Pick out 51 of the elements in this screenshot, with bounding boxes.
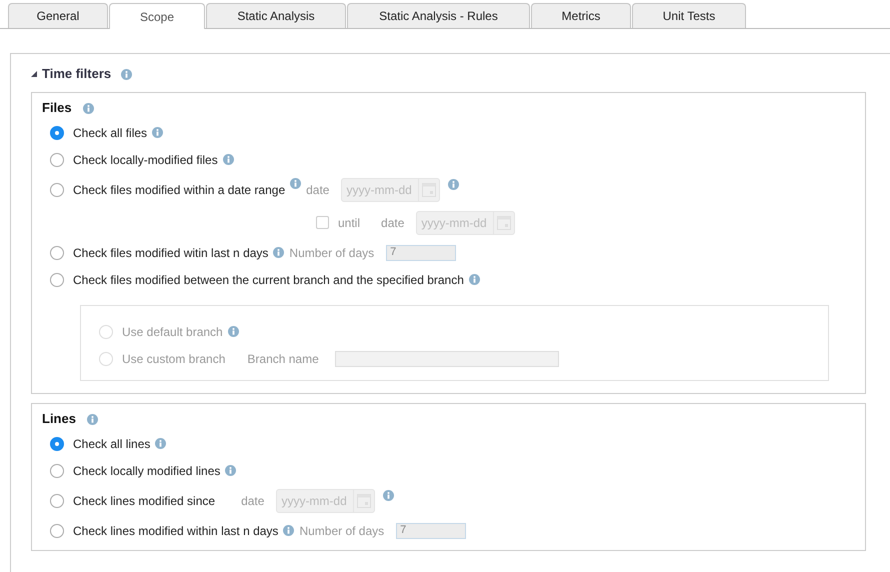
field-label: Number of days <box>289 244 374 262</box>
info-icon[interactable] <box>152 127 164 138</box>
info-icon[interactable] <box>121 68 132 80</box>
option-label: Check files modified within a date range <box>73 182 286 198</box>
tab[interactable]: Static Analysis <box>206 3 346 28</box>
radio-button[interactable] <box>50 436 64 450</box>
radio-button[interactable] <box>50 494 64 508</box>
radio-button[interactable] <box>50 152 64 166</box>
field-label: Number of days <box>299 522 384 540</box>
info-icon[interactable] <box>86 414 98 424</box>
option-label: Check locally-modified files <box>73 152 218 168</box>
option-label: Check files modified witin last n days <box>73 244 268 262</box>
date-label: date <box>381 214 404 232</box>
radio-button[interactable] <box>50 524 64 538</box>
info-icon[interactable] <box>222 154 234 165</box>
info-icon[interactable] <box>290 178 302 189</box>
group-title: Files <box>42 99 72 118</box>
field-label: Branch name <box>247 350 319 368</box>
tab[interactable]: Scope <box>109 3 205 29</box>
radio-button[interactable] <box>50 246 64 260</box>
radio-button[interactable] <box>50 272 64 286</box>
option-label: Use custom branch <box>122 350 226 368</box>
option-label: Check lines modified since <box>73 492 216 510</box>
date-label: date <box>306 182 330 198</box>
info-icon[interactable] <box>468 274 480 285</box>
info-icon[interactable] <box>273 247 284 258</box>
info-icon[interactable] <box>383 490 394 501</box>
info-icon[interactable] <box>82 102 94 114</box>
option-label: Check lines modified within last n days <box>73 522 278 540</box>
option-label: Check locally modified lines <box>73 462 220 480</box>
date-label: date <box>241 492 264 510</box>
option-label: Use default branch <box>122 324 223 340</box>
checkbox[interactable] <box>316 216 329 229</box>
section-title: Time filters <box>42 65 112 84</box>
option-label: Check all lines <box>73 436 150 452</box>
tab[interactable]: Metrics <box>531 3 631 28</box>
radio-button[interactable] <box>50 126 64 140</box>
collapse-triangle-icon[interactable] <box>31 71 37 77</box>
tab[interactable]: Unit Tests <box>632 3 746 28</box>
radio-button[interactable] <box>50 182 64 196</box>
info-icon[interactable] <box>225 465 236 476</box>
info-icon[interactable] <box>283 525 294 536</box>
radio-button[interactable] <box>50 464 64 478</box>
info-icon[interactable] <box>448 179 460 190</box>
group-title: Lines <box>42 410 76 428</box>
info-icon[interactable] <box>155 438 166 449</box>
checkbox-label: until <box>338 214 360 232</box>
option-label: Check all files <box>73 124 148 142</box>
tab[interactable]: General <box>8 3 108 28</box>
option-label: Check files modified between the current branch and the specified branch <box>73 272 464 288</box>
tab[interactable]: Static Analysis - Rules <box>347 3 530 28</box>
